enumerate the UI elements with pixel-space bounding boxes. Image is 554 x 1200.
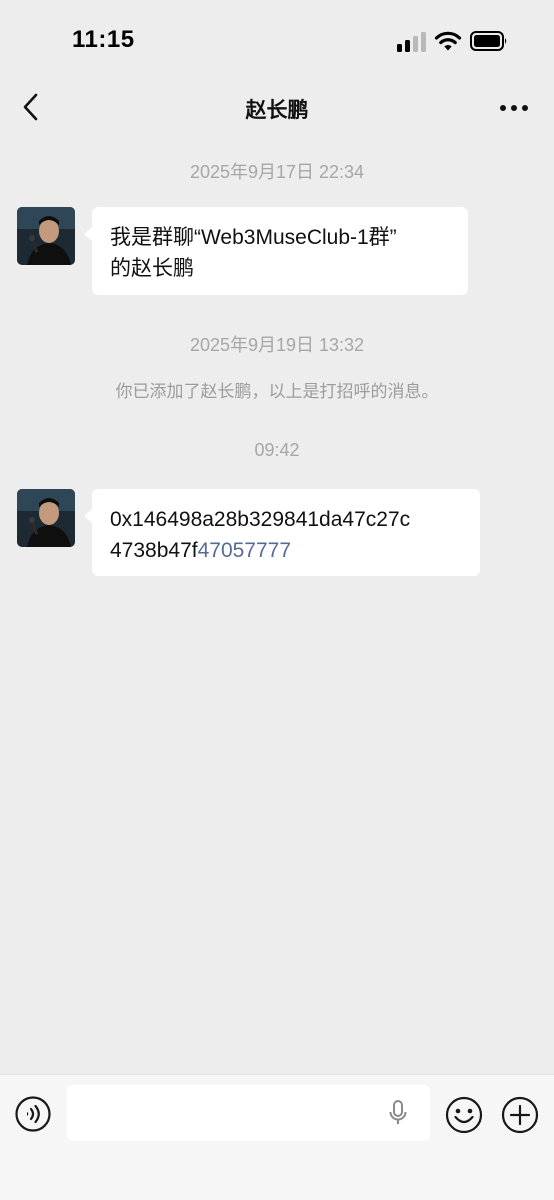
avatar-photo <box>17 207 75 265</box>
input-bar <box>0 1074 554 1200</box>
avatar[interactable] <box>17 489 75 547</box>
timestamp: 2025年9月17日 22:34 <box>189 162 365 182</box>
message-bubble[interactable]: 我是群聊“Web3MuseClub-1群” 的赵长鹏 <box>84 207 468 295</box>
plus-circle-icon[interactable] <box>501 1096 539 1134</box>
voice-mode-icon[interactable] <box>15 1096 51 1132</box>
timestamp: 2025年9月19日 13:32 <box>189 335 365 355</box>
message-bubble[interactable]: 0x146498a28b329841da47c27c 4738b47f47057… <box>84 489 480 576</box>
chat-screen: 11:15 赵长鹏 2025年9月17日 22:34 我是群聊“Web3Muse… <box>0 0 554 1200</box>
phone-number-link[interactable]: 47057777 <box>198 539 291 562</box>
status-bar: 11:15 <box>0 0 554 80</box>
status-time: 11:15 <box>72 26 135 53</box>
message-text: 0x146498a28b329841da47c27c <box>110 508 411 531</box>
microphone-icon[interactable] <box>386 1099 410 1127</box>
battery-icon <box>470 31 507 51</box>
avatar-photo <box>17 489 75 547</box>
chat-title: 赵长鹏 <box>245 99 309 122</box>
message-text: 的赵长鹏 <box>110 257 194 280</box>
more-dots-icon[interactable] <box>498 98 530 118</box>
message-input[interactable] <box>67 1085 430 1141</box>
nav-bar: 赵长鹏 <box>0 80 554 136</box>
cellular-signal-icon <box>397 32 427 52</box>
message-text-line: 4738b47f47057777 <box>110 535 462 566</box>
wifi-icon <box>434 31 462 51</box>
emoji-icon[interactable] <box>445 1096 483 1134</box>
timestamp: 09:42 <box>254 440 300 460</box>
message-text: 我是群聊“Web3MuseClub-1群” <box>110 226 397 249</box>
avatar[interactable] <box>17 207 75 265</box>
system-notice: 你已添加了赵长鹏，以上是打招呼的消息。 <box>115 382 439 401</box>
message-text: 4738b47f <box>110 539 198 562</box>
